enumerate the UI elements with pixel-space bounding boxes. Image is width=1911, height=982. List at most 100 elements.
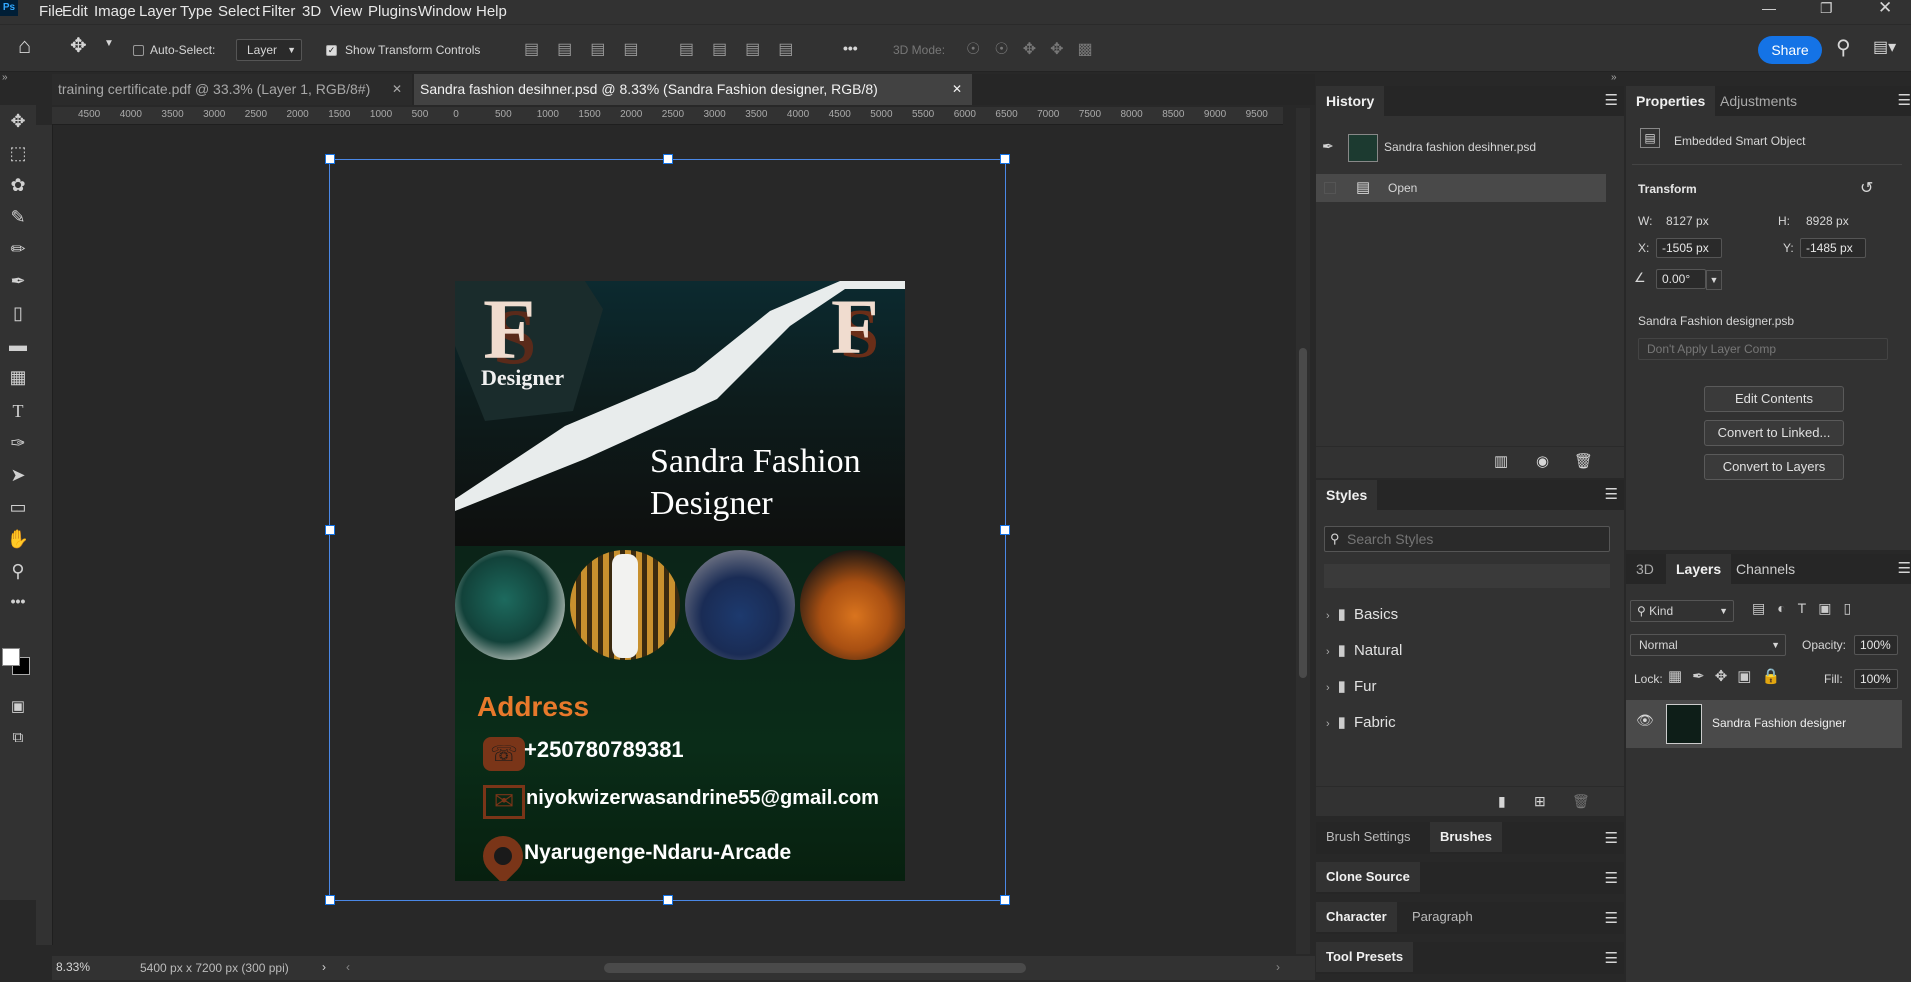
home-icon[interactable]: ⌂ [18,33,31,59]
eraser-tool-icon[interactable]: ▬ [4,335,32,361]
hand-tool-icon[interactable]: ✋ [4,529,32,555]
photoshop-logo[interactable]: Ps [0,0,18,16]
panel-menu-icon[interactable]: ☰ [1605,909,1618,927]
quick-select-tool-icon[interactable]: ✎ [4,207,32,233]
tab-clone-source[interactable]: Clone Source [1316,862,1420,892]
tab-adjustments[interactable]: Adjustments [1710,86,1807,116]
opacity-field[interactable]: 100% [1854,635,1898,655]
tab-3d[interactable]: 3D [1626,554,1664,584]
transform-handle[interactable] [325,525,335,535]
panel-menu-icon[interactable]: ☰ [1605,869,1618,887]
brush-tool-icon[interactable]: ✒ [4,271,32,297]
visibility-eye-icon[interactable]: 👁 [1636,712,1654,729]
scroll-left-icon[interactable]: ‹ [346,960,350,974]
edit-contents-button[interactable]: Edit Contents [1704,386,1844,412]
tab-brush-settings[interactable]: Brush Settings [1316,822,1421,852]
rectangle-tool-icon[interactable]: ▭ [4,497,32,523]
menu-file[interactable]: File [39,3,63,20]
close-tab-icon[interactable]: ✕ [392,74,402,105]
new-style-icon[interactable]: ⊞ [1534,793,1546,810]
tab-character[interactable]: Character [1316,902,1397,932]
scroll-right-icon[interactable]: › [1276,960,1280,974]
panel-menu-icon[interactable]: ☰ [1605,829,1618,847]
lock-icons[interactable]: ▦✒✥▣🔒 [1668,667,1790,685]
x-position-field[interactable]: -1505 px [1656,238,1722,258]
chevron-down-icon[interactable]: ▼ [1706,270,1722,290]
menu-help[interactable]: Help [476,3,507,20]
marquee-tool-icon[interactable]: ⬚ [4,143,32,169]
tab-sandra-fashion[interactable]: Sandra fashion desihner.psd @ 8.33% (San… [414,74,972,105]
transform-handle[interactable] [1000,154,1010,164]
path-select-tool-icon[interactable]: ➤ [4,465,32,491]
fill-field[interactable]: 100% [1854,669,1898,689]
panel-menu-icon[interactable]: ☰ [1605,949,1618,967]
layer-comp-dropdown[interactable]: Don't Apply Layer Comp [1638,338,1888,360]
chevron-down-icon[interactable]: ▼ [104,38,114,49]
history-snapshot[interactable]: ✒ Sandra fashion desihner.psd [1316,130,1606,166]
menu-select[interactable]: Select [218,3,260,20]
convert-to-linked-button[interactable]: Convert to Linked... [1704,420,1844,446]
history-checkbox[interactable] [1324,182,1336,194]
restore-icon[interactable]: ❐ [1820,0,1833,17]
pen-tool-icon[interactable]: ✑ [4,433,32,459]
height-value[interactable]: 8928 px [1806,214,1849,228]
menu-3d[interactable]: 3D [302,3,321,20]
collapse-right-icon[interactable]: » [1611,72,1617,83]
tab-history[interactable]: History [1316,86,1385,116]
transform-handle[interactable] [325,154,335,164]
styles-search[interactable]: ⚲ [1324,526,1610,552]
transform-handle[interactable] [663,154,673,164]
more-tools-icon[interactable]: ••• [4,593,32,619]
menu-layer[interactable]: Layer [139,3,177,20]
panel-menu-icon[interactable]: ☰ [1898,91,1911,109]
status-chevron-icon[interactable]: › [322,960,326,974]
tab-properties[interactable]: Properties [1626,86,1716,116]
zoom-tool-icon[interactable]: ⚲ [4,561,32,587]
panel-menu-icon[interactable]: ☰ [1605,91,1618,109]
tab-training-certificate[interactable]: training certificate.pdf @ 33.3% (Layer … [52,74,412,105]
styles-folder-natural[interactable]: › ▮ Natural [1326,636,1596,666]
tab-layers[interactable]: Layers [1666,554,1732,584]
tab-channels[interactable]: Channels [1726,554,1805,584]
lasso-tool-icon[interactable]: ✿ [4,175,32,201]
align-icons[interactable]: ▤▤▤▤ ▤▤▤▤ [524,39,854,61]
styles-folder-fabric[interactable]: › ▮ Fabric [1326,708,1596,738]
auto-select-dropdown[interactable]: Layer ▼ [236,39,302,61]
collapse-left-icon[interactable]: » [2,72,8,83]
reset-icon[interactable]: ↺ [1860,178,1873,198]
foreground-color-swatch[interactable] [2,648,20,666]
tab-paragraph[interactable]: Paragraph [1402,902,1483,932]
show-transform-checkbox[interactable]: ✓ [326,45,337,56]
more-options-icon[interactable]: ••• [843,40,858,56]
new-document-from-state-icon[interactable]: ▥ [1494,452,1508,470]
transform-handle[interactable] [325,895,335,905]
blend-mode-dropdown[interactable]: Normal ▼ [1630,634,1786,656]
styles-folder-fur[interactable]: › ▮ Fur [1326,672,1596,702]
transform-handle[interactable] [1000,895,1010,905]
search-icon[interactable]: ⚲ [1836,35,1851,60]
auto-select-checkbox[interactable] [133,45,144,56]
history-state-open[interactable]: ▤ Open [1316,174,1606,202]
workspace-icon[interactable]: ▤▾ [1873,37,1896,57]
share-button[interactable]: Share [1758,36,1822,64]
panel-menu-icon[interactable]: ☰ [1898,559,1911,577]
menu-window[interactable]: Window [418,3,471,20]
horizontal-scroll-thumb[interactable] [604,963,1026,973]
transform-handle[interactable] [663,895,673,905]
vertical-scrollbar[interactable] [1296,108,1310,954]
transform-handle[interactable] [1000,525,1010,535]
menu-image[interactable]: Image [94,3,136,20]
y-position-field[interactable]: -1485 px [1800,238,1866,258]
styles-search-input[interactable] [1347,529,1603,549]
move-tool-icon[interactable]: ✥ [4,111,32,137]
move-tool-icon[interactable]: ✥ [70,33,87,58]
menu-filter[interactable]: Filter [262,3,295,20]
transform-bounding-box[interactable] [329,159,1006,901]
angle-field[interactable]: 0.00° [1656,269,1706,289]
vertical-scroll-thumb[interactable] [1299,348,1307,678]
panel-menu-icon[interactable]: ☰ [1605,485,1618,503]
close-tab-icon[interactable]: ✕ [952,74,962,105]
minimize-icon[interactable]: — [1762,0,1776,16]
tab-tool-presets[interactable]: Tool Presets [1316,942,1414,972]
trash-icon[interactable]: 🗑 [1572,793,1590,810]
